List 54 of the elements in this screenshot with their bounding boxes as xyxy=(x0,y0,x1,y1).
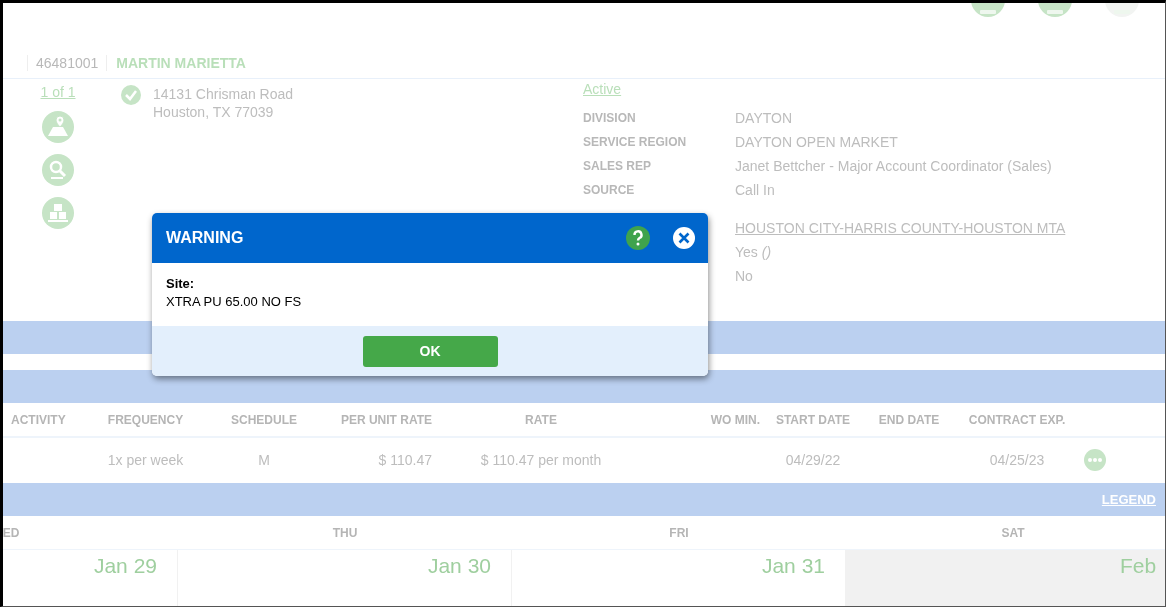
pager-link[interactable]: 1 of 1 xyxy=(40,84,76,100)
field-value: DAYTON OPEN MARKET xyxy=(735,134,898,150)
column-header: ACTIVITY xyxy=(10,412,66,427)
boxes-icon[interactable] xyxy=(42,197,74,229)
table-cell: 1x per week xyxy=(107,452,184,468)
column-header: RATE xyxy=(525,412,557,427)
column-header: FREQUENCY xyxy=(107,412,184,427)
table-cell: 04/25/23 xyxy=(989,452,1045,468)
field-label: DIVISION xyxy=(583,111,636,125)
legend-link[interactable]: LEGEND xyxy=(1101,492,1156,507)
account-name: MARTIN MARIETTA xyxy=(115,55,246,71)
weekday-label: ED xyxy=(3,525,20,540)
account-number: 46481001 xyxy=(27,55,108,71)
column-header: END DATE xyxy=(878,412,940,427)
weekday-label: FRI xyxy=(669,525,689,540)
table-cell: M xyxy=(258,452,270,468)
table-cell: 04/29/22 xyxy=(785,452,841,468)
round-button-icon[interactable] xyxy=(970,3,1006,18)
field-label: SOURCE xyxy=(583,183,635,197)
field-value: Yes () xyxy=(735,244,772,260)
map-pin-icon[interactable] xyxy=(42,111,74,143)
day-date: Jan 30 xyxy=(427,554,491,579)
weekday-label: THU xyxy=(332,525,358,540)
more-icon[interactable] xyxy=(1084,449,1106,471)
address-line: Houston, TX 77039 xyxy=(153,103,275,121)
close-icon[interactable] xyxy=(672,226,696,250)
dialog-title: WARNING xyxy=(166,229,245,247)
field-value: DAYTON xyxy=(735,110,793,126)
warning-message: XTRA PU 65.00 NO FS xyxy=(166,293,302,311)
column-header: WO MIN. xyxy=(710,412,761,427)
table-cell: $ 110.47 per month xyxy=(480,452,602,468)
site-label: Site: xyxy=(166,275,195,293)
field-label: SERVICE REGION xyxy=(583,135,687,149)
ok-button[interactable]: OK xyxy=(362,335,498,367)
round-button-icon[interactable] xyxy=(1104,3,1140,18)
field-value: No xyxy=(735,268,753,284)
field-label: SALES REP xyxy=(583,159,651,173)
table-cell-text: $ 110.47 xyxy=(378,452,433,468)
round-button-icon[interactable] xyxy=(1037,3,1073,18)
column-header: PER UNIT RATE xyxy=(340,412,433,427)
help-icon[interactable] xyxy=(626,226,650,250)
column-header: START DATE xyxy=(775,412,851,427)
address-line: 14131 Chrisman Road xyxy=(153,85,294,103)
web-search-icon[interactable] xyxy=(42,154,74,186)
day-date: Jan 29 xyxy=(93,554,157,579)
field-value: Call In xyxy=(735,182,775,198)
column-header: SCHEDULE xyxy=(231,412,297,427)
day-date: Feb xyxy=(1120,554,1157,579)
field-link[interactable]: HOUSTON CITY-HARRIS COUNTY-HOUSTON MTA xyxy=(735,220,1066,236)
field-value: Janet Bettcher - Major Account Coordinator (Sales) xyxy=(735,158,1052,174)
day-date: Jan 31 xyxy=(761,554,825,579)
status-link[interactable]: Active xyxy=(583,81,622,97)
column-header: CONTRACT EXP. xyxy=(968,412,1066,427)
weekday-label: SAT xyxy=(1001,525,1025,540)
